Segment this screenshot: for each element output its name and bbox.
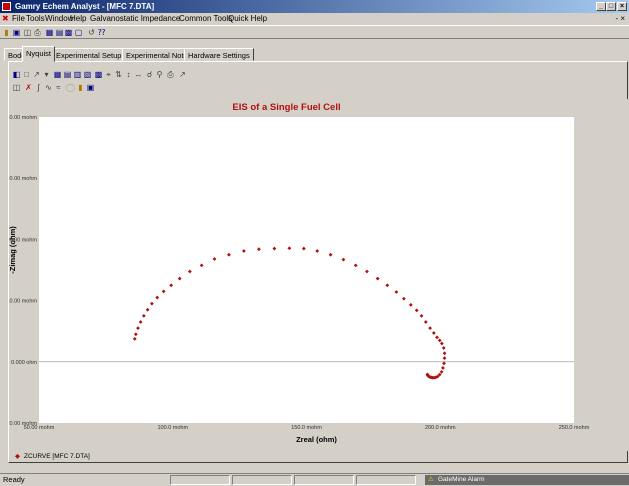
- select-icon[interactable]: ◧: [12, 70, 21, 79]
- menu-galvanostatic-impedance[interactable]: Galvanostatic Impedance: [90, 13, 180, 25]
- title-bar: Gamry Echem Analyst - [MFC 7.DTA] _ □ ×: [0, 0, 629, 13]
- chart-title: EIS of a Single Fuel Cell: [232, 102, 340, 113]
- delete-point-icon[interactable]: ✗: [24, 83, 33, 92]
- document-icon[interactable]: ✖: [2, 15, 10, 23]
- menu-tools[interactable]: Tools: [26, 13, 45, 25]
- y-tick-label: 80.00 mohm: [9, 115, 37, 121]
- open-curve-icon[interactable]: ▮: [76, 83, 85, 92]
- taskbar-item[interactable]: ⚠ GateMine Alarm: [425, 475, 629, 485]
- window-icon[interactable]: ▤: [55, 28, 64, 37]
- rescale-icon[interactable]: ↔: [134, 70, 143, 79]
- status-cell-3: [294, 475, 354, 485]
- scale-icon[interactable]: ⌖: [104, 70, 113, 79]
- menu-help[interactable]: Help: [70, 13, 86, 25]
- table-icon[interactable]: ▤: [63, 70, 72, 79]
- disabled-tool-icon[interactable]: ◯: [66, 83, 75, 92]
- tab-experimental-setup[interactable]: Experimental Setup: [52, 48, 126, 61]
- y-tick-label: 20.00 mohm: [9, 299, 37, 305]
- status-text: Ready: [3, 475, 25, 484]
- menu-quick-help[interactable]: Quick Help: [228, 13, 267, 25]
- legend-label[interactable]: ZCURVE [MFC 7.DTA]: [24, 451, 90, 463]
- menu-bar: ✖ File Tools Window Help Galvanostatic I…: [0, 13, 629, 25]
- save-curve-icon[interactable]: ▣: [86, 83, 95, 92]
- status-cell-1: [170, 475, 230, 485]
- x-tick-label: 200.0 mohm: [425, 425, 456, 431]
- alarm-icon: ⚠: [428, 476, 434, 483]
- zoom-icon[interactable]: ☌: [145, 70, 154, 79]
- export-icon[interactable]: ▦: [45, 28, 54, 37]
- properties-icon[interactable]: ◫: [12, 83, 21, 92]
- smooth-icon[interactable]: ≈: [54, 83, 63, 92]
- chart-area: EIS of a Single Fuel Cell 80.00 mohm 60.00…: [5, 99, 629, 451]
- columns-icon[interactable]: ▥: [73, 70, 82, 79]
- legend: ◆ ZCURVE [MFC 7.DTA]: [9, 451, 629, 463]
- x-axis-label: Zreal (ohm): [296, 435, 337, 444]
- window-title: Gamry Echem Analyst - [MFC 7.DTA]: [15, 2, 155, 11]
- arrow-tool-icon[interactable]: ↗: [178, 70, 187, 79]
- autoscale-icon[interactable]: ↕: [124, 70, 133, 79]
- app-icon: [2, 2, 11, 11]
- cursor-icon[interactable]: ↗: [32, 70, 41, 79]
- rows-icon[interactable]: ▧: [83, 70, 92, 79]
- print-icon[interactable]: ⎙: [33, 28, 42, 37]
- undo-icon[interactable]: ↺: [87, 28, 96, 37]
- open-icon[interactable]: ▮: [2, 28, 11, 37]
- tab-nyquist[interactable]: Nyquist: [22, 46, 56, 62]
- plot-background: [39, 117, 574, 423]
- print-preview-icon[interactable]: ◫: [23, 28, 32, 37]
- close-button[interactable]: ×: [617, 2, 627, 11]
- y-axis-label: -Zimag (ohm): [9, 226, 17, 274]
- fit-icon[interactable]: ⇅: [114, 70, 123, 79]
- grid-icon[interactable]: ▦: [53, 70, 62, 79]
- x-tick-label: 250.0 mohm: [559, 425, 590, 431]
- mdi-controls[interactable]: - ×: [615, 13, 625, 25]
- menu-file[interactable]: File: [12, 13, 25, 25]
- print-plot-icon[interactable]: ⎙: [166, 70, 175, 79]
- layout-icon[interactable]: ▩: [94, 70, 103, 79]
- x-tick-label: 150.0 mohm: [291, 425, 322, 431]
- nyquist-chart[interactable]: EIS of a Single Fuel Cell 80.00 mohm 60.00…: [5, 99, 629, 451]
- cursor-dropdown-icon[interactable]: ▾: [42, 70, 51, 79]
- minimize-button[interactable]: _: [596, 2, 606, 11]
- zoom-out-icon[interactable]: ⚲: [155, 70, 164, 79]
- save-icon[interactable]: ▣: [12, 28, 21, 37]
- status-cell-2: [232, 475, 292, 485]
- main-toolbar: ▮ ▣ ◫ ⎙ ▦ ▤ ▩ ▢ ↺ ⁇: [0, 25, 629, 39]
- cascade-icon[interactable]: ▢: [74, 28, 83, 37]
- tile-icon[interactable]: ▩: [64, 28, 73, 37]
- help-icon[interactable]: ⁇: [97, 28, 106, 37]
- curve-icon[interactable]: ∿: [44, 83, 53, 92]
- fit-line-icon[interactable]: ∫: [34, 83, 43, 92]
- taskbar-label: GateMine Alarm: [438, 476, 485, 483]
- x-tick-label: 50.00 mohm: [24, 425, 55, 431]
- tab-strip: Bode Nyquist Experimental Setup Experime…: [0, 46, 629, 62]
- maximize-button[interactable]: □: [606, 2, 616, 11]
- tab-hardware-settings[interactable]: Hardware Settings: [184, 48, 254, 61]
- status-cell-4: [356, 475, 416, 485]
- legend-marker: ◆: [15, 453, 20, 460]
- y-tick-label: 60.00 mohm: [9, 176, 37, 182]
- y-tick-label: 0.000 ohm: [11, 360, 37, 366]
- x-tick-label: 100.0 mohm: [157, 425, 188, 431]
- copy-icon[interactable]: □: [22, 70, 31, 79]
- menu-common-tools[interactable]: Common Tools: [179, 13, 232, 25]
